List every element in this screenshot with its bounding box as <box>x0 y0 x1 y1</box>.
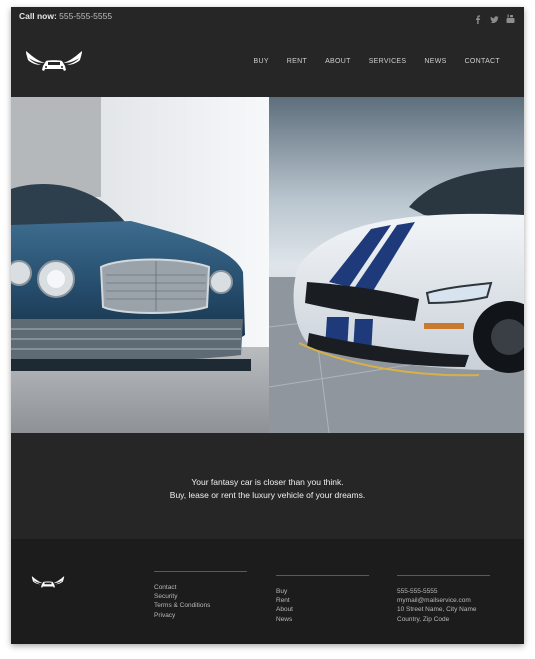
footer-divider <box>276 575 369 576</box>
tagline-line-1: Your fantasy car is closer than you thin… <box>191 477 344 487</box>
call-label: Call now: <box>19 11 57 21</box>
facebook-icon[interactable] <box>474 11 482 24</box>
hero-section <box>11 97 524 433</box>
footer-logo[interactable] <box>31 575 65 590</box>
youtube-icon[interactable] <box>506 11 515 23</box>
phone-number[interactable]: 555-555-5555 <box>59 11 112 21</box>
site-footer: Contact Security Terms & Conditions Priv… <box>11 539 524 644</box>
footer-link-rent[interactable]: Rent <box>276 596 369 605</box>
footer-link-buy[interactable]: Buy <box>276 587 369 596</box>
social-links <box>474 11 515 24</box>
footer-link-privacy[interactable]: Privacy <box>154 611 247 620</box>
footer-link-security[interactable]: Security <box>154 592 247 601</box>
phone-info: Call now: 555-555-5555 <box>19 11 112 21</box>
footer-link-about[interactable]: About <box>276 605 369 614</box>
footer-col-policies: Contact Security Terms & Conditions Priv… <box>154 571 247 620</box>
hero-image-white-mustang <box>269 97 524 433</box>
twitter-icon[interactable] <box>490 11 499 24</box>
footer-address-line-2: Country, Zip Code <box>397 615 450 623</box>
footer-phone[interactable]: 555-555-5555 <box>397 587 490 596</box>
tagline-text: Your fantasy car is closer than you thin… <box>11 476 524 502</box>
nav-news[interactable]: NEWS <box>424 58 446 65</box>
footer-col-contact: 555-555-5555 mymail@mailservice.com 10 S… <box>397 575 490 624</box>
brand-logo[interactable] <box>25 49 83 75</box>
nav-services[interactable]: SERVICES <box>369 58 407 65</box>
footer-divider <box>154 571 247 572</box>
nav-about[interactable]: ABOUT <box>325 58 351 65</box>
footer-link-news[interactable]: News <box>276 615 369 624</box>
footer-address-line-1: 10 Street Name, City Name <box>397 606 477 614</box>
tagline-section: Your fantasy car is closer than you thin… <box>11 433 524 539</box>
nav-rent[interactable]: RENT <box>287 58 307 65</box>
main-nav: BUY RENT ABOUT SERVICES NEWS CONTACT <box>254 58 501 65</box>
footer-col-nav: Buy Rent About News <box>276 575 369 624</box>
nav-buy[interactable]: BUY <box>254 58 269 65</box>
nav-contact[interactable]: CONTACT <box>465 58 500 65</box>
page-frame: Call now: 555-555-5555 BUY RENT ABOUT SE… <box>11 7 524 644</box>
footer-link-contact[interactable]: Contact <box>154 583 247 592</box>
hero-image-blue-car <box>11 97 269 433</box>
footer-link-terms[interactable]: Terms & Conditions <box>154 601 247 610</box>
footer-email[interactable]: mymail@mailservice.com <box>397 596 490 605</box>
site-header: BUY RENT ABOUT SERVICES NEWS CONTACT <box>11 27 524 97</box>
top-bar: Call now: 555-555-5555 <box>11 7 524 27</box>
tagline-line-2: Buy, lease or rent the luxury vehicle of… <box>169 490 366 500</box>
footer-divider <box>397 575 490 576</box>
